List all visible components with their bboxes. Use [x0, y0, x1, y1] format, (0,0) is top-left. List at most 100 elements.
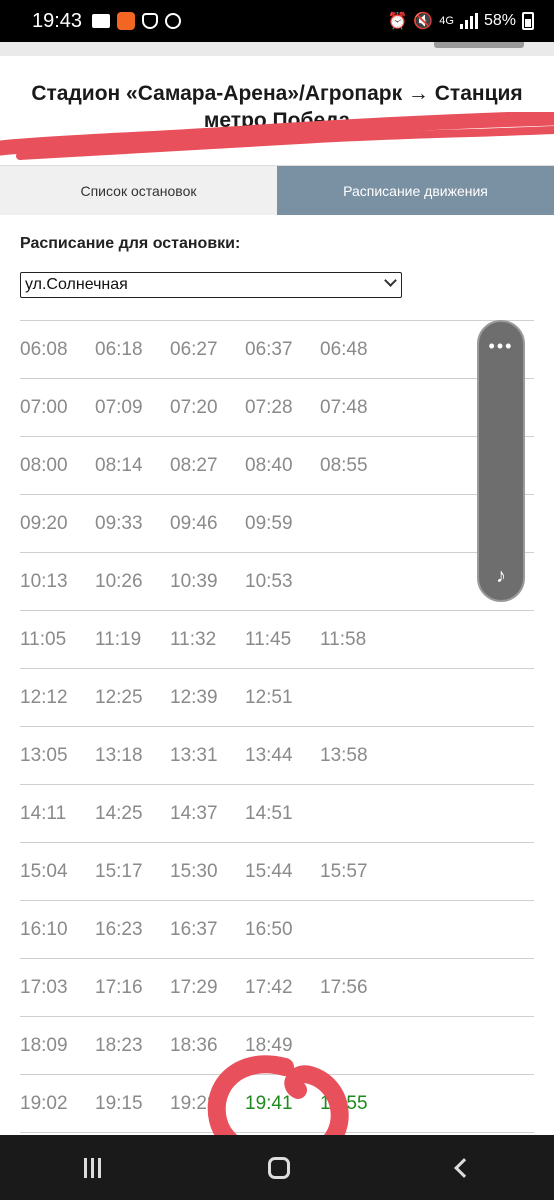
departure-time: 15:30: [170, 860, 218, 882]
home-icon[interactable]: [267, 1156, 290, 1179]
departure-time: 08:14: [95, 454, 143, 476]
departure-time: 13:44: [245, 744, 293, 766]
departure-time: 06:18: [95, 338, 143, 360]
departure-time: 15:17: [95, 860, 143, 882]
departure-time: 11:58: [320, 628, 367, 650]
drag-handle[interactable]: [434, 42, 524, 48]
departure-time: 07:48: [320, 396, 368, 418]
schedule-row: 16:10 16:23 16:37 16:50: [20, 901, 534, 959]
tab-bar: Список остановок Расписание движения: [0, 165, 554, 215]
departure-time: 11:19: [95, 628, 142, 650]
schedule-row: 13:05 13:18 13:31 13:44 13:58: [20, 727, 534, 785]
departure-time: 15:44: [245, 860, 293, 882]
departure-time: 07:09: [95, 396, 143, 418]
departure-time: 10:39: [170, 570, 218, 592]
departure-time: 07:00: [20, 396, 68, 418]
departure-time: 19:41: [245, 1092, 293, 1114]
departure-time: 10:26: [95, 570, 143, 592]
departure-time: 06:08: [20, 338, 68, 360]
status-right: ⏰ 🔇 4G 58%: [387, 11, 534, 31]
departure-time: 13:31: [170, 744, 218, 766]
schedule-row: 14:11 14:25 14:37 14:51: [20, 785, 534, 843]
schedule-row: 09:20 09:33 09:46 09:59: [20, 495, 534, 553]
app-notification-icon: [117, 12, 136, 30]
departure-time: 09:46: [170, 512, 218, 534]
schedule-table: 06:08 06:18 06:27 06:37 06:48 07:00 07:09 07:20…: [20, 320, 534, 1133]
departure-time: 19:15: [95, 1092, 143, 1114]
departure-time: 14:51: [245, 802, 293, 824]
schedule-row: 18:09 18:23 18:36 18:49: [20, 1017, 534, 1075]
schedule-row: 15:04 15:17 15:30 15:44 15:57: [20, 843, 534, 901]
departure-time: 08:00: [20, 454, 68, 476]
battery-percent: 58%: [483, 12, 516, 29]
signal-icon: [459, 13, 478, 29]
schedule-row: 12:12 12:25 12:39 12:51: [20, 669, 534, 727]
tab-stop-list[interactable]: Список остановок: [0, 166, 277, 215]
schedule-row: 10:13 10:26 10:39 10:53: [20, 553, 534, 611]
network-type: 4G: [439, 15, 454, 27]
departure-time: 14:25: [95, 802, 143, 824]
mute-icon: 🔇: [413, 13, 434, 30]
status-time: 19:43: [32, 9, 83, 32]
departure-time: 16:37: [170, 918, 218, 940]
departure-time: 16:10: [20, 918, 68, 940]
departure-time: 08:27: [170, 454, 218, 476]
departure-time: 06:37: [245, 338, 293, 360]
departure-time: 09:59: [245, 512, 293, 534]
schedule-row: 08:00 08:14 08:27 08:40 08:55: [20, 437, 534, 495]
departure-time: 13:18: [95, 744, 143, 766]
departure-time: 18:36: [170, 1034, 218, 1056]
departure-time: 17:03: [20, 976, 68, 998]
schedule-row: 06:08 06:18 06:27 06:37 06:48: [20, 321, 534, 379]
departure-time: 18:09: [20, 1034, 68, 1056]
departure-time: 07:20: [170, 396, 218, 418]
departure-time: 07:28: [245, 396, 293, 418]
departure-time: 19:55: [320, 1092, 368, 1114]
recents-icon[interactable]: [83, 1157, 101, 1178]
departure-time: 12:39: [170, 686, 218, 708]
departure-time: 13:58: [320, 744, 368, 766]
departure-time: 11:32: [170, 628, 217, 650]
departure-time: 15:57: [320, 860, 368, 882]
departure-time: 17:42: [245, 976, 293, 998]
music-note-icon[interactable]: ♪: [479, 565, 523, 588]
shield-icon: [142, 13, 159, 29]
departure-time: 11:05: [20, 628, 67, 650]
stop-select[interactable]: ул.Солнечная: [20, 272, 402, 298]
departure-time: 12:51: [245, 686, 293, 708]
stop-select-value: ул.Солнечная: [25, 276, 128, 293]
departure-time: 14:11: [20, 802, 67, 824]
departure-time: 19:02: [20, 1092, 68, 1114]
departure-time: 09:33: [95, 512, 143, 534]
departure-time: 06:48: [320, 338, 368, 360]
schedule-row: 07:00 07:09 07:20 07:28 07:48: [20, 379, 534, 437]
departure-time: 09:20: [20, 512, 68, 534]
schedule-row: 17:03 17:16 17:29 17:42 17:56: [20, 959, 534, 1017]
departure-time: 17:29: [170, 976, 218, 998]
clock-icon: [165, 13, 182, 29]
departure-time: 11:45: [245, 628, 292, 650]
departure-time: 17:16: [95, 976, 143, 998]
more-options-icon[interactable]: •••: [479, 336, 523, 357]
departure-time: 16:50: [245, 918, 293, 940]
departure-time: 06:27: [170, 338, 218, 360]
schedule-label: Расписание для остановки:: [20, 235, 241, 252]
battery-icon: [522, 12, 534, 30]
departure-time: 12:25: [95, 686, 143, 708]
back-icon[interactable]: [453, 1157, 474, 1178]
departure-time: 10:13: [20, 570, 68, 592]
alarm-icon: ⏰: [387, 13, 408, 30]
departure-time: 16:23: [95, 918, 143, 940]
departure-time: 15:04: [20, 860, 68, 882]
departure-time: 08:40: [245, 454, 293, 476]
departure-time: 18:23: [95, 1034, 143, 1056]
chevron-down-icon: [384, 274, 397, 287]
system-nav-bar: [0, 1135, 554, 1200]
departure-time: 12:12: [20, 686, 68, 708]
schedule-row: 19:02 19:15 19:28 19:41 19:55: [20, 1075, 534, 1133]
tab-schedule[interactable]: Расписание движения: [277, 166, 554, 215]
departure-time: 14:37: [170, 802, 218, 824]
message-icon: [92, 14, 111, 28]
departure-time: 10:53: [245, 570, 293, 592]
floating-media-widget[interactable]: ••• ♪: [477, 320, 525, 602]
